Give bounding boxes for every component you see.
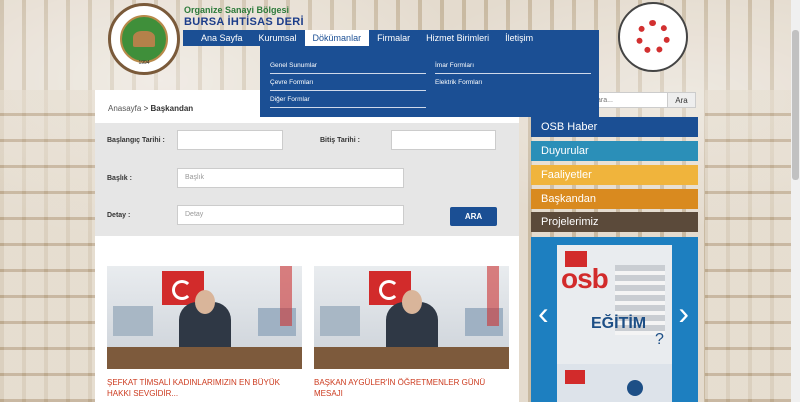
nav-item-kurumsal[interactable]: Kurumsal <box>251 30 305 46</box>
dokumanlar-dropdown: Genel Sunumlar Çevre Formları Diğer Form… <box>260 46 599 117</box>
breadcrumb-current: Başkandan <box>150 104 194 113</box>
magazine-slider: osb EĞİTİM ? ‹ › <box>531 237 698 402</box>
nav-item-hizmet-birimleri[interactable]: Hizmet Birimleri <box>418 30 497 46</box>
org-subtitle: Organize Sanayi Bölgesi <box>184 5 290 15</box>
breadcrumb: Anasayfa > Başkandan <box>108 104 193 113</box>
page-scrollbar[interactable] <box>791 0 800 402</box>
slider-prev-arrow-icon[interactable]: ‹ <box>538 295 549 332</box>
question-mark: ? <box>655 331 664 348</box>
end-date-label: Bitiş Tarihi : <box>320 137 360 144</box>
nav-item-ana-sayfa[interactable]: Ana Sayfa <box>183 30 251 46</box>
nav-item-iletisim[interactable]: İletişim <box>497 30 541 46</box>
turkish-flag-icon <box>565 370 585 384</box>
magazine-cover[interactable]: osb EĞİTİM ? <box>557 245 672 402</box>
title-input[interactable]: Başlık <box>177 168 404 188</box>
dropdown-column-right: İmar Formları Elektrik Formları <box>435 57 591 91</box>
news-image[interactable] <box>314 266 509 369</box>
magazine-bottom-band <box>557 364 672 402</box>
slider-next-arrow-icon[interactable]: › <box>678 295 689 332</box>
news-card[interactable]: BAŞKAN AYGÜLER'İN ÖĞRETMENLER GÜNÜ MESAJ… <box>314 266 509 399</box>
badge-icon <box>627 380 643 396</box>
logo-year: 1994 <box>138 60 150 66</box>
gear-icon <box>636 20 670 54</box>
filter-submit-button[interactable]: ARA <box>450 207 497 226</box>
main-nav: Ana Sayfa Kurumsal Dökümanlar Firmalar H… <box>183 30 599 46</box>
magazine-logo: osb <box>561 263 609 294</box>
main-content: Anasayfa > Başkandan Başlangıç Tarihi : … <box>95 90 519 402</box>
breadcrumb-separator: > <box>143 104 149 113</box>
start-date-input[interactable] <box>177 130 283 150</box>
dropdown-item-elektrik-formlari[interactable]: Elektrik Formları <box>435 74 591 91</box>
end-date-input[interactable] <box>391 130 496 150</box>
logo-emblem-icon <box>120 15 168 63</box>
news-card[interactable]: ŞEFKAT TİMSALİ KADINLARIMIZIN EN BÜYÜK H… <box>107 266 302 399</box>
sidebar-item-osb-haber[interactable]: OSB Haber <box>531 117 698 137</box>
ministry-logo[interactable] <box>618 2 688 72</box>
detail-label: Detay : <box>107 212 131 219</box>
nav-item-dokumanlar[interactable]: Dökümanlar <box>304 30 370 46</box>
background-decoration-right <box>705 90 800 402</box>
organization-logo[interactable]: 1994 <box>108 3 180 75</box>
dropdown-item-diger-formlar[interactable]: Diğer Formlar <box>270 91 426 108</box>
dropdown-item-genel-sunumlar[interactable]: Genel Sunumlar <box>270 57 426 74</box>
dropdown-item-imar-formlari[interactable]: İmar Formları <box>435 57 591 74</box>
sidebar-item-faaliyetler[interactable]: Faaliyetler <box>531 165 698 185</box>
search-button[interactable]: Ara <box>667 92 696 108</box>
news-image[interactable] <box>107 266 302 369</box>
magazine-headline: EĞİTİM <box>591 315 647 332</box>
sidebar-item-duyurular[interactable]: Duyurular <box>531 141 698 161</box>
leather-icon <box>133 31 155 47</box>
org-title[interactable]: BURSA İHTİSAS DERİ <box>184 16 304 28</box>
start-date-label: Başlangıç Tarihi : <box>107 137 165 144</box>
dropdown-column-left: Genel Sunumlar Çevre Formları Diğer Form… <box>270 57 426 108</box>
scrollbar-thumb[interactable] <box>792 30 799 180</box>
title-label: Başlık : <box>107 175 132 182</box>
dropdown-item-cevre-formlari[interactable]: Çevre Formları <box>270 74 426 91</box>
sidebar-item-projelerimiz[interactable]: Projelerimiz <box>531 212 698 232</box>
breadcrumb-home[interactable]: Anasayfa <box>108 104 141 113</box>
search-input[interactable] <box>592 92 668 108</box>
news-title[interactable]: BAŞKAN AYGÜLER'İN ÖĞRETMENLER GÜNÜ MESAJ… <box>314 377 509 399</box>
detail-input[interactable]: Detay <box>177 205 404 225</box>
news-title[interactable]: ŞEFKAT TİMSALİ KADINLARIMIZIN EN BÜYÜK H… <box>107 377 302 399</box>
sidebar-item-baskandan[interactable]: Başkandan <box>531 189 698 209</box>
nav-item-firmalar[interactable]: Firmalar <box>369 30 418 46</box>
background-decoration-left <box>0 90 95 402</box>
